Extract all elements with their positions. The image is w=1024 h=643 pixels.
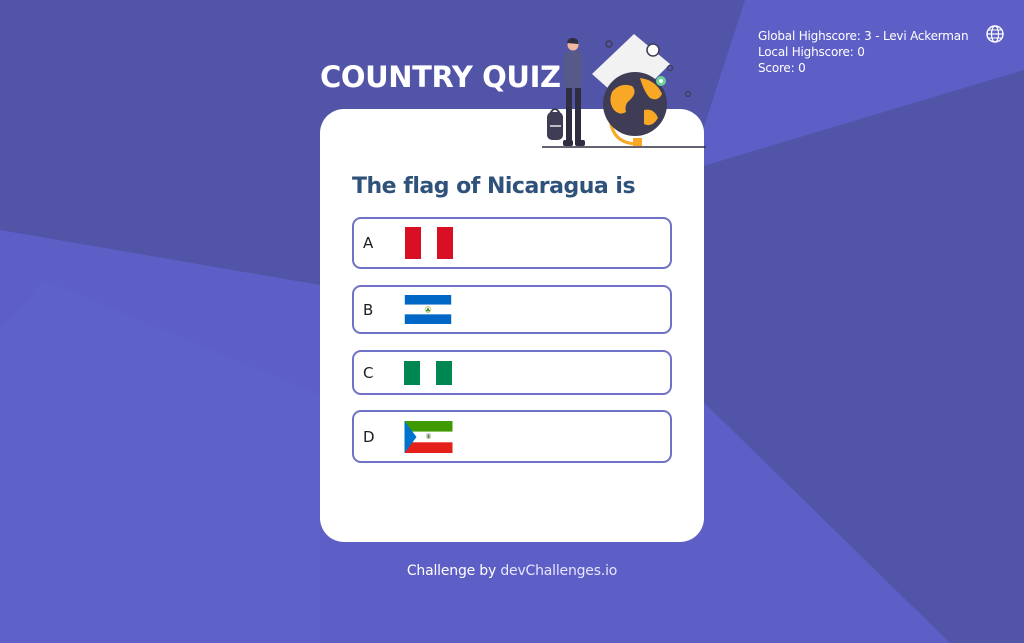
option-letter: B [363, 300, 374, 319]
current-score: Score: 0 [758, 61, 806, 75]
answer-option-d[interactable]: D [352, 410, 672, 463]
peru-flag-icon [405, 227, 453, 259]
equatorial-guinea-flag-icon [404, 421, 453, 453]
devchallenges-link[interactable]: devChallenges.io [500, 563, 617, 579]
answer-option-b[interactable]: B [352, 285, 672, 334]
nicaragua-flag-icon [404, 295, 452, 324]
globe-icon[interactable] [985, 24, 1005, 44]
answer-option-c[interactable]: C [352, 350, 672, 395]
traveler-globe-illustration [542, 34, 706, 148]
option-letter: C [363, 363, 374, 382]
question-text: The flag of Nicaragua is [352, 174, 636, 199]
score-panel: Global Highscore: 3 - Levi Ackerman Loca… [758, 28, 969, 76]
footer: Challenge by devChallenges.io [0, 563, 1024, 579]
app-title: COUNTRY QUIZ [320, 60, 561, 94]
answer-option-a[interactable]: A [352, 217, 672, 269]
option-letter: D [363, 427, 375, 446]
option-letter: A [363, 234, 374, 252]
nigeria-flag-icon [404, 361, 452, 385]
local-highscore: Local Highscore: 0 [758, 45, 865, 59]
footer-prefix: Challenge by [406, 563, 497, 579]
global-highscore: Global Highscore: 3 - Levi Ackerman [758, 29, 969, 43]
